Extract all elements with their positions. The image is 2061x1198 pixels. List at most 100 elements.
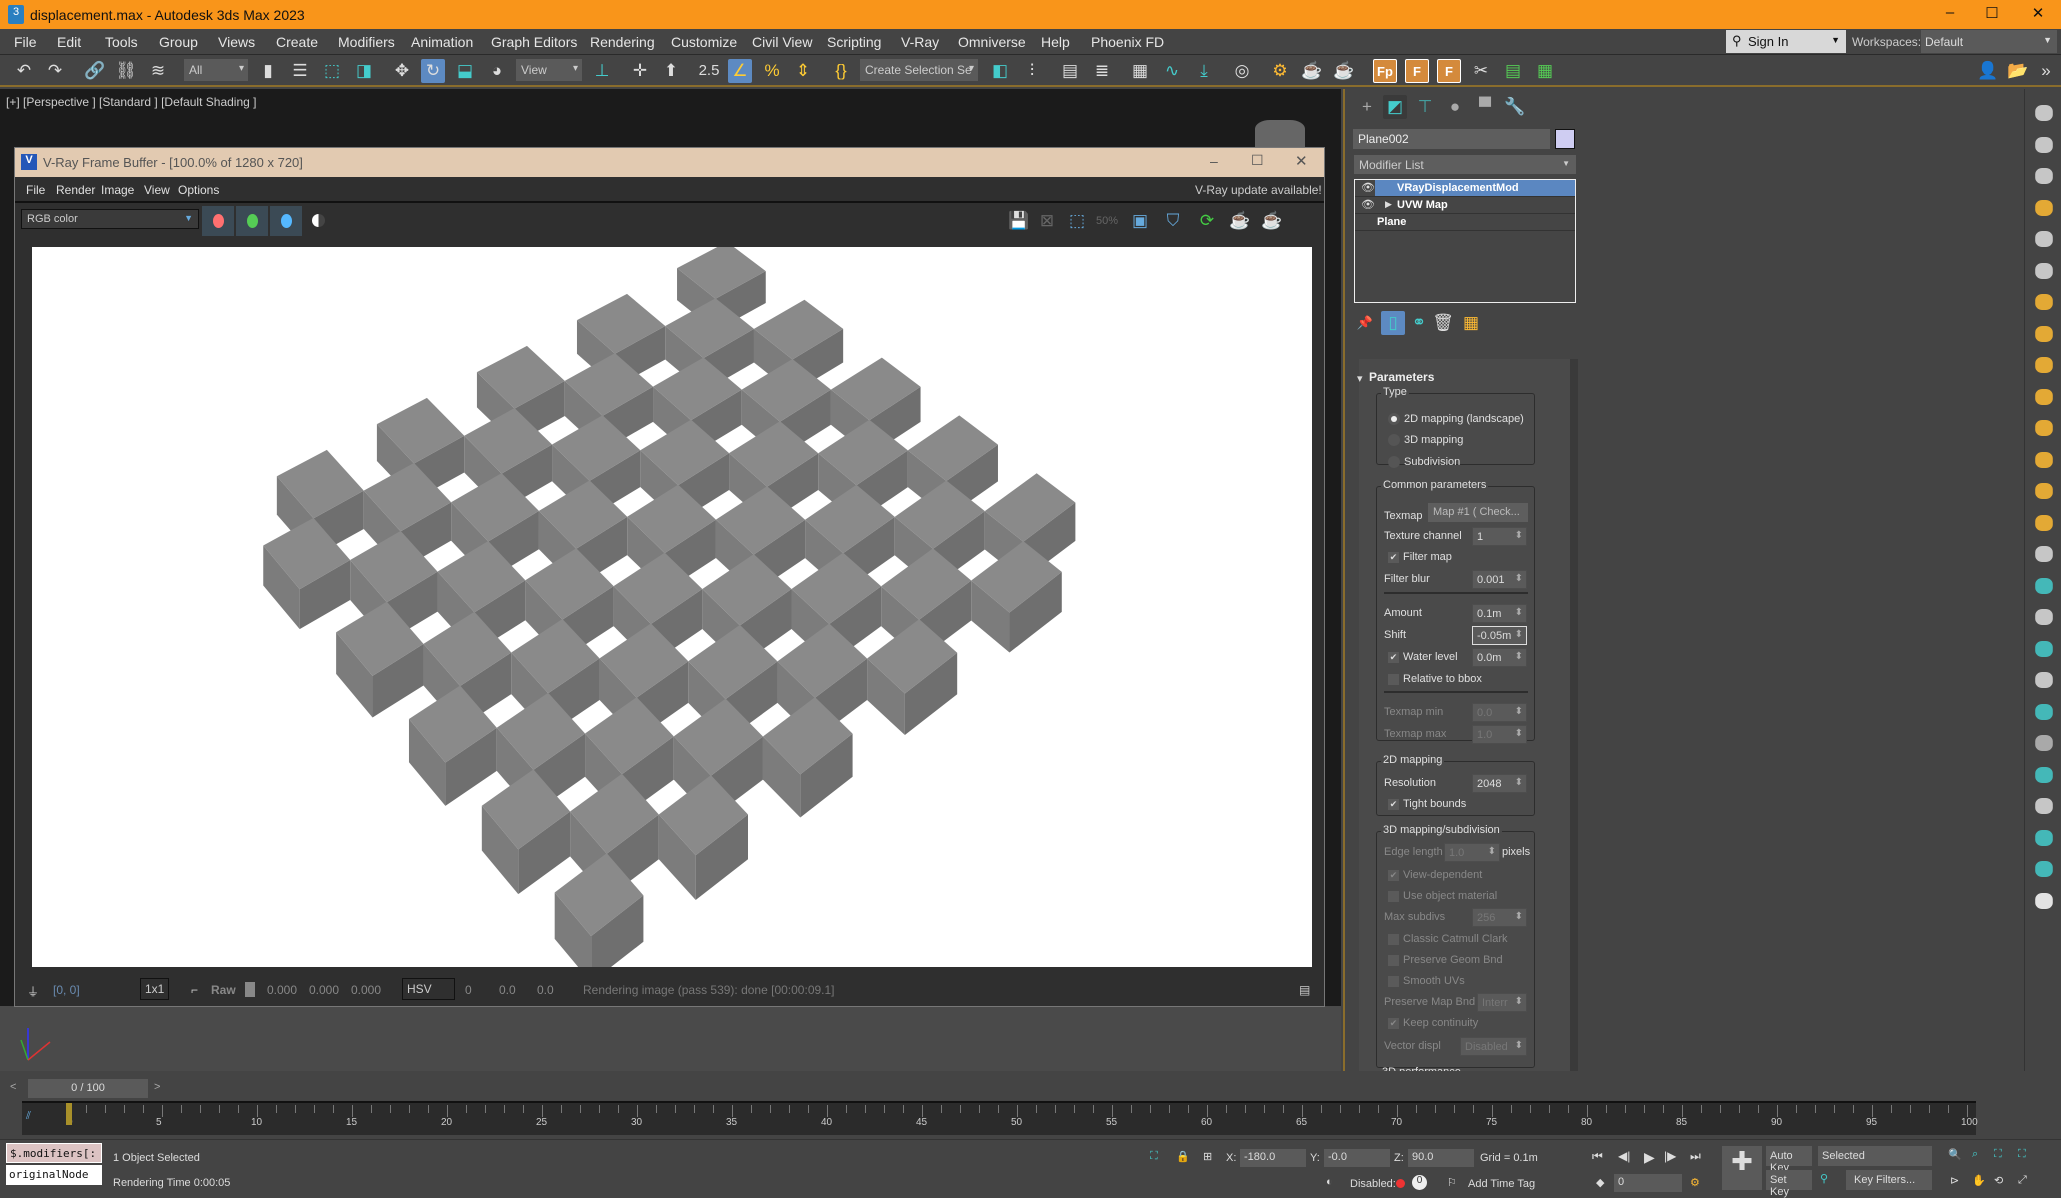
vfb-menu-image[interactable]: Image [101, 183, 134, 197]
prev-key-button[interactable]: ◀| [1618, 1149, 1630, 1163]
percent-snap-icon[interactable]: % [760, 59, 784, 83]
named-selection-edit-icon[interactable]: {} [829, 59, 853, 83]
more-icon[interactable]: » [2034, 59, 2058, 83]
menu-vray[interactable]: V-Ray [901, 34, 939, 50]
clear-image-icon[interactable]: ⊠ [1035, 209, 1059, 233]
vfb-maximize-button[interactable]: ☐ [1251, 152, 1264, 169]
use-object-material-checkbox[interactable] [1388, 891, 1399, 902]
redo-icon[interactable]: ↷ [43, 59, 67, 83]
absolute-mode-icon[interactable]: ⊞ [1203, 1150, 1212, 1163]
toggle-ribbon-icon[interactable]: ▦ [1128, 59, 1152, 83]
phoenix-set-icon[interactable]: F [1437, 59, 1461, 83]
material-editor-icon[interactable]: ◎ [1230, 59, 1254, 83]
mini-curve-editor-icon[interactable]: ⫽ [26, 1110, 31, 1123]
grid-sheet-icon[interactable]: ▦ [1533, 59, 1557, 83]
texmap-button[interactable]: Map #1 ( Check... [1428, 503, 1528, 522]
time-slider-handle[interactable]: 0 / 100 [28, 1079, 148, 1098]
z-coordinate-input[interactable]: 90.0 [1408, 1149, 1474, 1167]
texture-channel-spinner[interactable]: 1 [1472, 527, 1527, 546]
close-button[interactable]: ✕ [2023, 4, 2053, 26]
reference-coordinate-dropdown[interactable]: View [516, 59, 582, 81]
expand-arrow-icon[interactable]: ▶ [1385, 199, 1392, 210]
menu-edit[interactable]: Edit [57, 34, 81, 50]
eye-icon[interactable]: 👁 [1361, 181, 1375, 194]
type-radio[interactable] [1388, 413, 1400, 425]
rendered-frame-window-icon[interactable]: ☕ [1300, 59, 1324, 83]
object-color-swatch[interactable] [1555, 129, 1575, 149]
plane-icon[interactable] [2035, 609, 2053, 625]
menu-views[interactable]: Views [218, 34, 255, 50]
type-radio[interactable] [1388, 434, 1400, 446]
palette-icon[interactable] [2035, 798, 2053, 814]
current-frame-input[interactable]: 0 [1614, 1174, 1682, 1192]
maxscript-output[interactable]: originalNode [6, 1165, 102, 1185]
material-sphere-icon[interactable] [2035, 735, 2053, 751]
menu-tools[interactable]: Tools [105, 34, 138, 50]
menu-modifiers[interactable]: Modifiers [338, 34, 395, 50]
proxy-box-icon[interactable] [2035, 546, 2053, 562]
link-icon[interactable]: 🔗 [83, 59, 107, 83]
unlink-icon[interactable]: ⛓ [114, 59, 138, 83]
teapot-icon[interactable] [2035, 105, 2053, 121]
show-end-result-icon[interactable]: ▯ [1381, 311, 1405, 335]
move-icon[interactable]: ✥ [390, 59, 414, 83]
selection-lock-icon[interactable]: 🔒 [1176, 1150, 1190, 1163]
vfb-minimize-button[interactable]: – [1210, 153, 1218, 169]
zoom-all-icon[interactable]: ⌕ [1972, 1148, 1978, 1161]
light-sphere-icon[interactable] [2035, 357, 2053, 373]
menu-scripting[interactable]: Scripting [827, 34, 881, 50]
placement-icon[interactable]: ◕ [485, 59, 509, 83]
vfb-menu-view[interactable]: View [144, 183, 170, 197]
snaps-toggle-icon[interactable]: 2.5 [697, 59, 721, 83]
user-profile-icon[interactable]: 👤 [1976, 59, 2000, 83]
sphere-lid-icon[interactable] [2035, 136, 2053, 153]
render-icon[interactable]: ☕ [1228, 209, 1252, 233]
classic-catmull-clark-checkbox[interactable] [1388, 934, 1399, 945]
render-production-icon[interactable]: ☕ [1332, 59, 1356, 83]
vector-displ-dropdown[interactable]: Disabled [1460, 1037, 1527, 1056]
next-frame-button[interactable]: > [154, 1081, 160, 1093]
select-manipulate-icon[interactable]: ✛ [628, 59, 652, 83]
isolate-selection-icon[interactable]: ⛶ [1150, 1150, 1158, 1163]
field-of-view-icon[interactable]: ⊳ [1950, 1174, 1959, 1187]
relative-bbox-checkbox[interactable] [1388, 674, 1399, 685]
pan-icon[interactable]: ✋ [1972, 1174, 1986, 1187]
menu-civil-view[interactable]: Civil View [752, 34, 812, 50]
modify-tab-icon[interactable]: ◩ [1383, 95, 1407, 119]
light-mesh-icon[interactable] [2035, 388, 2053, 405]
keep-continuity-checkbox[interactable]: ✔ [1388, 1018, 1399, 1029]
save-image-icon[interactable]: 💾 [1007, 209, 1031, 233]
phoenix-fp-icon[interactable]: Fp [1373, 59, 1397, 83]
zoom-dropdown[interactable]: 1x1 [140, 978, 170, 1000]
edge-length-spinner[interactable]: 1.0 [1444, 843, 1500, 862]
create-tab-icon[interactable]: + [1355, 95, 1379, 119]
zoom-icon[interactable]: 🔍 [1948, 1148, 1962, 1161]
stack-item-vraydisplacementmod[interactable]: 👁 VRayDisplacementMod [1355, 180, 1575, 197]
filter-map-checkbox[interactable]: ✔ [1388, 552, 1399, 563]
configure-modifier-sets-icon[interactable]: ▦ [1459, 311, 1483, 335]
panel-scrollbar[interactable] [1570, 359, 1578, 1071]
selection-filter-dropdown[interactable]: All [184, 59, 248, 81]
window-crossing-icon[interactable]: ◨ [352, 59, 376, 83]
texmap-max-spinner[interactable]: 1.0 [1472, 725, 1527, 744]
blue-channel-button[interactable] [270, 206, 302, 236]
amount-spinner[interactable]: 0.1m [1472, 604, 1527, 623]
light-spot-icon[interactable] [2035, 420, 2053, 436]
type-radio[interactable] [1388, 456, 1400, 468]
next-key-button[interactable]: |▶ [1664, 1149, 1676, 1163]
motion-tab-icon[interactable]: ● [1443, 95, 1467, 119]
menu-file[interactable]: File [14, 34, 37, 50]
goto-end-button[interactable]: ⏭ [1690, 1149, 1701, 1164]
pixel-picker-icon[interactable]: ⏚ [27, 983, 39, 1000]
phoenix-lod-icon[interactable]: F [1405, 59, 1429, 83]
spinner-snap-icon[interactable]: ⇕ [791, 59, 815, 83]
tools-icon[interactable]: ✂ [1469, 59, 1493, 83]
vray-logo-icon[interactable] [2035, 892, 2053, 909]
current-frame-marker[interactable] [66, 1103, 72, 1125]
menu-help[interactable]: Help [1041, 34, 1070, 50]
light-list-icon[interactable] [2035, 199, 2053, 216]
vray-update-link[interactable]: V-Ray update available! [1195, 183, 1322, 197]
stack-item-uvw-map[interactable]: 👁 ▶ UVW Map [1355, 197, 1575, 214]
play-button[interactable]: ▶ [1644, 1149, 1655, 1166]
angle-snap-icon[interactable]: ∠ [728, 59, 752, 83]
